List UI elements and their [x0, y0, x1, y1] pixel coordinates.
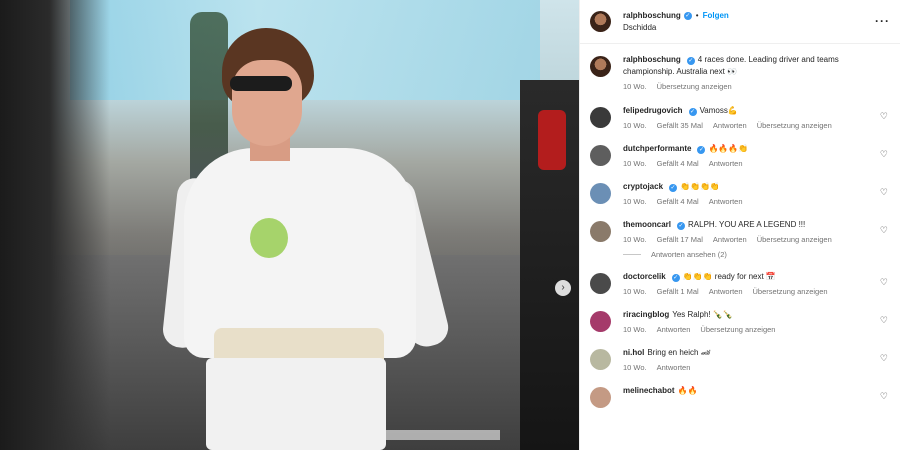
like-count[interactable]: Gefällt 4 Mal: [657, 159, 699, 168]
verified-badge-icon: ✓: [686, 57, 695, 65]
chevron-right-icon[interactable]: ›: [555, 280, 571, 296]
driver-face: [232, 60, 302, 146]
avatar[interactable]: [590, 221, 611, 242]
comment-username[interactable]: felipedrugovich: [623, 106, 683, 115]
replies-divider: [623, 254, 641, 255]
heart-outline-icon[interactable]: ♡: [880, 277, 888, 288]
translate-link[interactable]: Übersetzung anzeigen: [753, 287, 828, 296]
comment-username[interactable]: dutchperformante: [623, 144, 691, 153]
caption-username[interactable]: ralphboschung: [623, 55, 681, 64]
translate-link[interactable]: Übersetzung anzeigen: [700, 325, 775, 334]
follow-button[interactable]: Folgen: [703, 11, 729, 20]
red-object: [538, 110, 566, 170]
reply-button[interactable]: Antworten: [713, 235, 747, 244]
comment-item: ni.hol Bring en heich 🏎 10 Wo. Antworten ♡: [590, 347, 890, 372]
reply-button[interactable]: Antworten: [709, 287, 743, 296]
comment-text: Yes Ralph! 🍾🍾: [672, 310, 733, 319]
heart-outline-icon[interactable]: ♡: [880, 353, 888, 364]
comment-item: melinechabot 🔥🔥 ♡: [590, 385, 890, 408]
like-count[interactable]: Gefällt 35 Mal: [657, 121, 703, 130]
heart-outline-icon[interactable]: ♡: [880, 187, 888, 198]
verified-badge-icon: ✓: [669, 184, 678, 192]
post-viewer: › ralphboschung ✓ • Folgen Dschidda ···: [0, 0, 900, 450]
comment-text: Bring en heich 🏎: [647, 348, 711, 357]
comment-time[interactable]: 10 Wo.: [623, 197, 647, 206]
comment-time[interactable]: 10 Wo.: [623, 159, 647, 168]
driver-figure: [161, 28, 452, 450]
comment-item: felipedrugovich ✓ Vamoss💪 10 Wo. Gefällt 35 …: [590, 105, 890, 130]
race-suit: [184, 148, 416, 358]
comment-item: cryptojack ✓ 👏👏👏👏 10 Wo. Gefällt 4 Mal Antwor…: [590, 181, 890, 206]
avatar[interactable]: [590, 387, 611, 408]
translate-link[interactable]: Übersetzung anzeigen: [757, 121, 832, 130]
comment-text: 👏👏👏 ready for next 📅: [682, 272, 776, 281]
caption: ralphboschung ✓ 4 races done. Leading driv…: [590, 54, 890, 91]
driver-legs: [206, 358, 386, 450]
view-replies-button[interactable]: Antworten ansehen (2): [623, 250, 890, 259]
comment-time[interactable]: 10 Wo.: [623, 363, 647, 372]
location-label[interactable]: Dschidda: [623, 23, 729, 32]
avatar[interactable]: [590, 273, 611, 294]
sunglasses: [230, 76, 292, 91]
avatar[interactable]: [590, 11, 611, 32]
heart-outline-icon[interactable]: ♡: [880, 315, 888, 326]
comment-text: 👏👏👏👏: [680, 182, 720, 191]
heart-outline-icon[interactable]: ♡: [880, 391, 888, 402]
comment-item: dutchperformante ✓ 🔥🔥🔥👏 10 Wo. Gefällt 4 Mal…: [590, 143, 890, 168]
comment-username[interactable]: themooncarl: [623, 220, 671, 229]
comment-time[interactable]: 10 Wo.: [623, 235, 647, 244]
comment-username[interactable]: cryptojack: [623, 182, 663, 191]
translate-link[interactable]: Übersetzung anzeigen: [657, 82, 732, 91]
comment-username[interactable]: doctorcelik: [623, 272, 666, 281]
comment-text: 🔥🔥: [677, 386, 698, 395]
comment-username[interactable]: riracingblog: [623, 310, 669, 319]
comment-item: themooncarl ✓ RALPH. YOU ARE A LEGEND !!! 1…: [590, 219, 890, 244]
avatar[interactable]: [590, 183, 611, 204]
more-options-icon[interactable]: ···: [875, 14, 890, 28]
reply-button[interactable]: Antworten: [713, 121, 747, 130]
separator-dot: •: [695, 11, 699, 20]
comment-list: ralphboschung ✓ 4 races done. Leading driv…: [580, 44, 900, 408]
comment-text: 🔥🔥🔥👏: [708, 144, 749, 153]
reply-button[interactable]: Antworten: [657, 325, 691, 334]
post-header: ralphboschung ✓ • Folgen Dschidda ···: [580, 0, 900, 44]
green-patch: [250, 218, 288, 258]
verified-badge-icon: ✓: [688, 108, 697, 116]
avatar[interactable]: [590, 56, 611, 77]
blurred-foreground-left: [0, 0, 110, 450]
like-count[interactable]: Gefällt 4 Mal: [657, 197, 699, 206]
verified-badge-icon: ✓: [677, 222, 686, 230]
like-count[interactable]: Gefällt 17 Mal: [657, 235, 703, 244]
verified-badge-icon: ✓: [683, 11, 692, 20]
post-photo[interactable]: ›: [0, 0, 579, 450]
comment-username[interactable]: melinechabot: [623, 386, 675, 395]
comment-text: RALPH. YOU ARE A LEGEND !!!: [688, 220, 806, 229]
avatar[interactable]: [590, 145, 611, 166]
avatar[interactable]: [590, 349, 611, 370]
reply-button[interactable]: Antworten: [709, 159, 743, 168]
comment-item: riracingblog Yes Ralph! 🍾🍾 10 Wo. Antworten…: [590, 309, 890, 334]
like-count[interactable]: Gefällt 1 Mal: [657, 287, 699, 296]
caption-time[interactable]: 10 Wo.: [623, 82, 647, 91]
comments-panel: ralphboschung ✓ • Folgen Dschidda ··· ra…: [579, 0, 900, 450]
heart-outline-icon[interactable]: ♡: [880, 111, 888, 122]
reply-button[interactable]: Antworten: [657, 363, 691, 372]
comment-time[interactable]: 10 Wo.: [623, 287, 647, 296]
heart-outline-icon[interactable]: ♡: [880, 149, 888, 160]
reply-button[interactable]: Antworten: [709, 197, 743, 206]
comment-time[interactable]: 10 Wo.: [623, 121, 647, 130]
post-username[interactable]: ralphboschung: [623, 11, 681, 20]
comment-text: Vamoss💪: [699, 106, 738, 115]
heart-outline-icon[interactable]: ♡: [880, 225, 888, 236]
comment-time[interactable]: 10 Wo.: [623, 325, 647, 334]
view-replies-label[interactable]: Antworten ansehen (2): [651, 250, 727, 259]
comment-item: doctorcelik ✓ 👏👏👏 ready for next 📅 10 Wo. Ge…: [590, 271, 890, 296]
comment-rows: felipedrugovich ✓ Vamoss💪 10 Wo. Gefällt 35 …: [590, 105, 890, 408]
avatar[interactable]: [590, 107, 611, 128]
comment-username[interactable]: ni.hol: [623, 348, 644, 357]
avatar[interactable]: [590, 311, 611, 332]
verified-badge-icon: ✓: [671, 274, 680, 282]
translate-link[interactable]: Übersetzung anzeigen: [757, 235, 832, 244]
verified-badge-icon: ✓: [697, 146, 706, 154]
